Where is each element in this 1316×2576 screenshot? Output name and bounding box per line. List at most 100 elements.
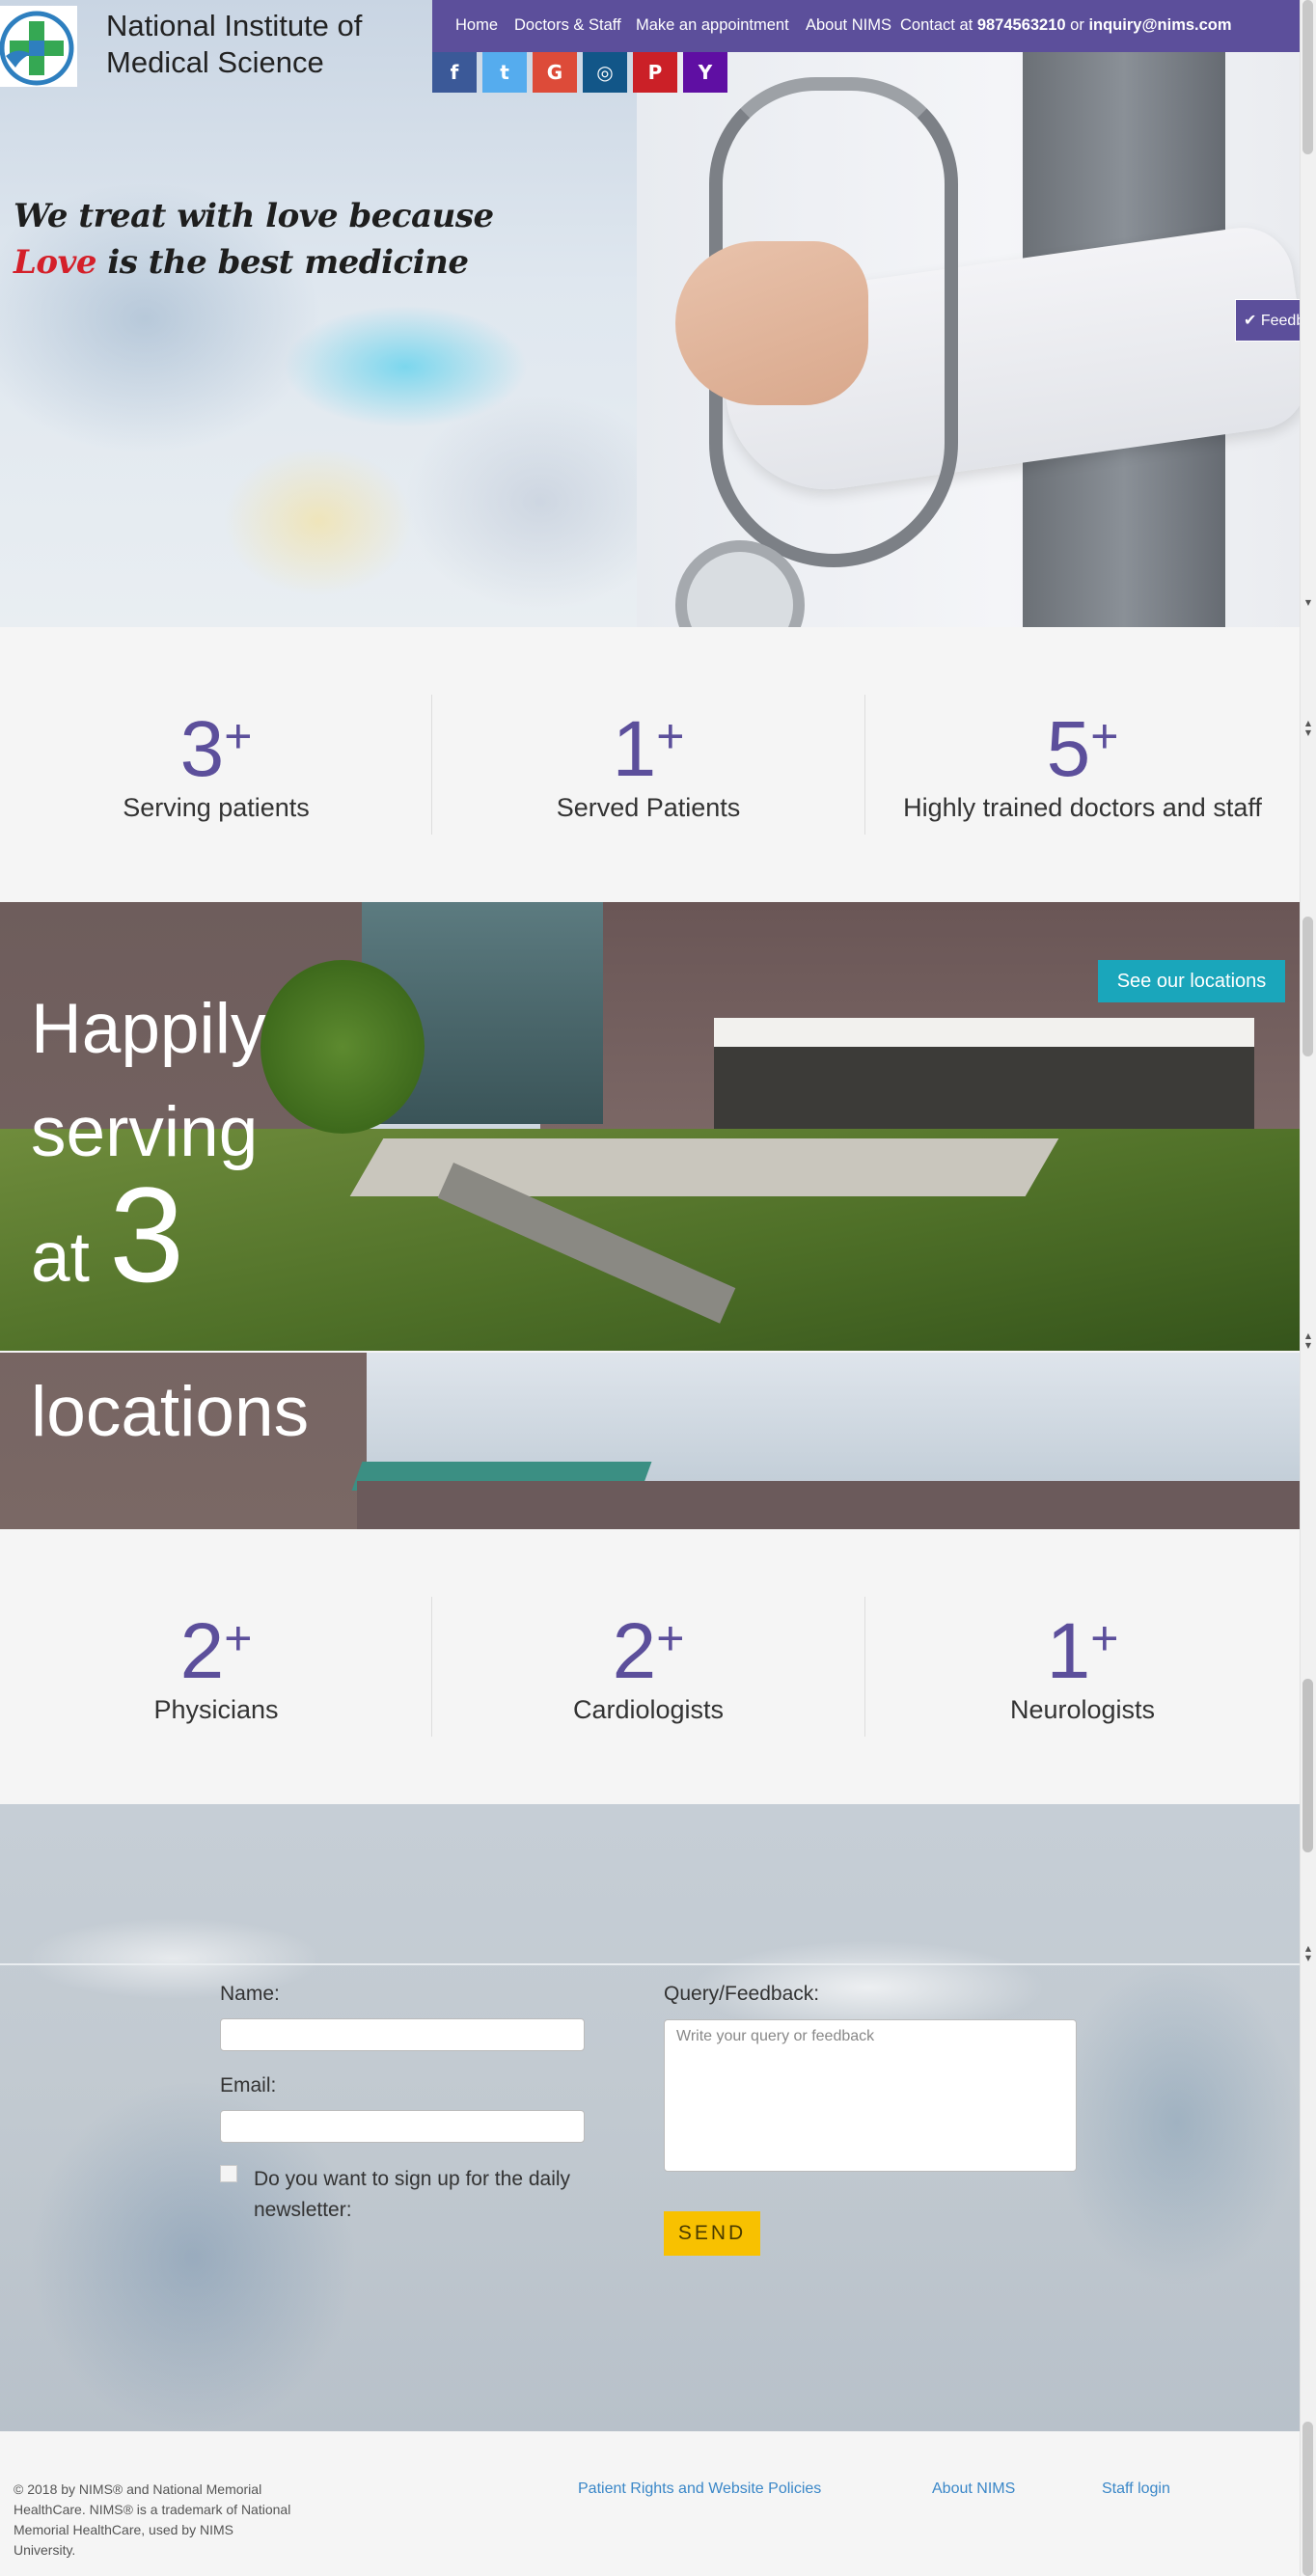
scrollbar-thumb[interactable] [1302,1679,1313,1852]
stats-bottom-section: 2+ Physicians 2+ Cardiologists 1+ Neurol… [0,1529,1300,1804]
name-label: Name: [220,1983,280,2005]
tagline-line1: We treat with love because [14,197,494,235]
copyright-line: HealthCare. NIMS® is a trademark of Nati… [14,2502,291,2517]
stat-served-value: 1+ [432,704,864,795]
nav-home[interactable]: Home [455,16,498,35]
stat-served-label: Served Patients [556,793,741,822]
newsletter-label-line2: newsletter: [254,2199,352,2221]
hero-doctor-hand [675,241,868,405]
footer-link-policies[interactable]: Patient Rights and Website Policies [578,2480,821,2498]
stat-number: 2 [179,1607,225,1695]
scroll-up-arrow-icon[interactable]: ▲ [1303,1944,1313,1953]
stat-neurologists-label: Neurologists [1009,1695,1156,1724]
contact-phone[interactable]: 9874563210 [977,16,1066,34]
stat-doctors-value: 5+ [866,704,1299,795]
nav-contact: Contact at 9874563210 or inquiry@nims.co… [900,16,1232,35]
tagline-line2: Love is the best medicine [14,239,494,286]
contact-email[interactable]: inquiry@nims.com [1088,16,1231,34]
stat-suffix: + [224,709,253,763]
footer-link-staff-login[interactable]: Staff login [1102,2480,1170,2498]
contact-or: or [1070,16,1084,34]
query-label: Query/Feedback: [664,1983,820,2005]
scroll-up-arrow-icon[interactable]: ▲ [1303,1331,1313,1340]
stat-suffix: + [1090,709,1119,763]
stat-number: 2 [612,1607,657,1695]
locations-line4: locations [31,1373,310,1451]
scroll-down-arrow-icon[interactable]: ▼ [1303,598,1313,607]
scroll-down-arrow-icon[interactable]: ▼ [1303,1954,1313,1962]
stat-cardiologists-label: Cardiologists [572,1695,725,1724]
tree [260,960,425,1134]
stat-divider [864,695,865,835]
stat-number: 1 [612,705,657,793]
locations-line3: at 3 [31,1167,184,1309]
tagline-line2-rest: is the best medicine [96,243,469,282]
stat-cardiologists-value: 2+ [432,1606,864,1697]
locations-line1: Happily [31,990,266,1068]
contact-form-section [0,1804,1300,2431]
top-nav: Home Doctors & Staff Make an appointment… [432,0,1301,52]
section-scrollbar-thumb[interactable] [1302,0,1313,154]
nav-make-appointment[interactable]: Make an appointment [636,16,789,35]
newsletter-checkbox[interactable] [220,2165,237,2182]
stat-physicians-label: Physicians [153,1695,279,1724]
nav-about[interactable]: About NIMS [806,16,891,35]
stat-serving-value: 3+ [0,704,432,795]
send-button[interactable]: SEND [664,2211,760,2256]
nav-doctors-staff[interactable]: Doctors & Staff [514,16,621,35]
site-logo[interactable] [0,6,77,87]
scroll-up-arrow-icon[interactable]: ▲ [1303,719,1313,727]
section-seam [0,1351,1300,1353]
site-title-line1: National Institute of [106,9,363,42]
locations-at: at [31,1219,90,1297]
site-title[interactable]: National Institute of Medical Science [106,8,362,81]
pinterest-icon[interactable]: P [633,52,677,93]
porch-roof [714,1018,1254,1047]
stat-suffix: + [224,1611,253,1665]
email-label: Email: [220,2074,277,2096]
footer-link-about[interactable]: About NIMS [932,2480,1015,2498]
medical-cross-logo-icon [0,11,74,86]
stat-physicians-value: 2+ [0,1606,432,1697]
stat-doctors-label: Highly trained doctors and staff [903,793,1262,822]
stat-serving-label: Serving patients [123,793,310,822]
see-locations-button[interactable]: See our locations [1098,960,1285,1002]
section-seam [0,1963,1300,1965]
stat-suffix: + [656,709,685,763]
stat-number: 5 [1046,705,1091,793]
section-scrollbar-thumb[interactable] [1302,2422,1313,2576]
copyright-line: © 2018 by NIMS® and National Memorial [14,2481,262,2497]
ycombinator-icon[interactable]: Y [683,52,727,93]
query-textarea[interactable] [664,2019,1077,2172]
copyright-line: University. [14,2542,76,2558]
newsletter-label-line1: Do you want to sign up for the daily [254,2168,571,2190]
stat-suffix: + [1090,1611,1119,1665]
stat-number: 1 [1046,1607,1091,1695]
stat-divider [864,1597,865,1737]
page-scrollbar[interactable] [1300,0,1316,2576]
stat-number: 3 [179,705,225,793]
scroll-down-arrow-icon[interactable]: ▼ [1303,1341,1313,1350]
low-building [357,1481,1300,1529]
google-icon[interactable]: G [533,52,577,93]
email-input[interactable] [220,2110,585,2143]
site-title-line2: Medical Science [106,45,324,79]
stats-top-section: 3+ Serving patients 1+ Served Patients 5… [0,627,1300,902]
instagram-icon[interactable]: ◎ [583,52,627,93]
locations-count: 3 [109,1159,185,1310]
stat-suffix: + [656,1611,685,1665]
contact-prefix: Contact at [900,16,973,34]
newsletter-label: Do you want to sign up for the daily new… [254,2164,570,2226]
hero-tagline: We treat with love because Love is the b… [14,193,494,286]
section-scrollbar-thumb[interactable] [1302,917,1313,1056]
footer-copyright: © 2018 by NIMS® and National Memorial He… [14,2480,322,2561]
feedback-tab[interactable]: ✔ Feedback [1235,299,1302,342]
facebook-icon[interactable]: f [432,52,477,93]
stat-neurologists-value: 1+ [866,1606,1299,1697]
copyright-line: Memorial HealthCare, used by NIMS [14,2522,233,2537]
hero-banner: We treat with love because Love is the b… [0,0,1300,627]
twitter-icon[interactable]: t [482,52,527,93]
tagline-love-word: Love [14,243,96,282]
scroll-down-arrow-icon[interactable]: ▼ [1303,728,1313,737]
name-input[interactable] [220,2018,585,2051]
